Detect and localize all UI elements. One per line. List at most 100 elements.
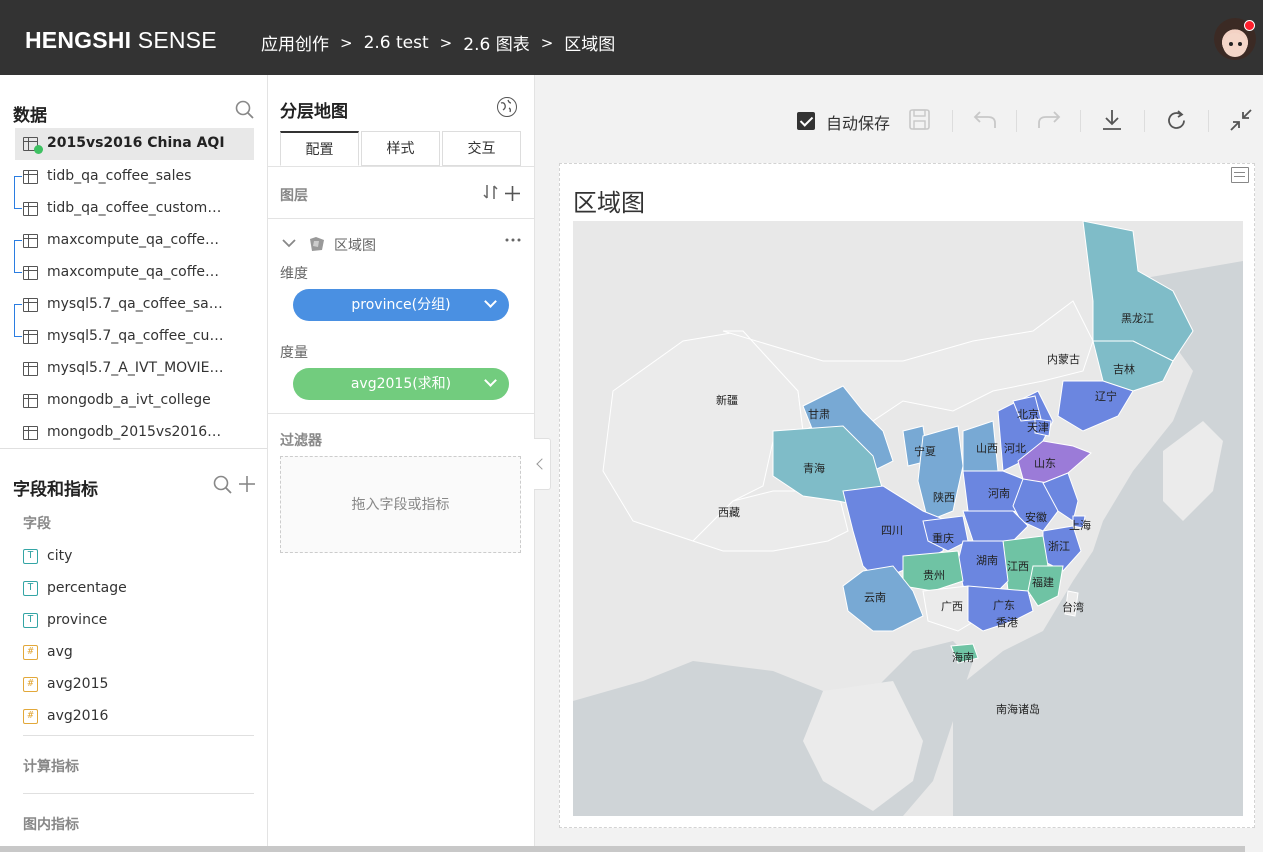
label-beijing: 北京	[1017, 407, 1039, 421]
download-icon[interactable]	[1102, 109, 1122, 131]
undo-icon[interactable]	[973, 110, 997, 130]
text-type-icon: T	[23, 549, 38, 564]
dataset-item[interactable]: mysql5.7_A_IVT_MOVIE (...	[0, 353, 268, 385]
autosave-checkbox[interactable]	[797, 112, 815, 130]
data-section-title: 数据	[13, 106, 47, 126]
inchart-metrics-heading[interactable]: 图内指标	[23, 814, 79, 834]
search-icon[interactable]	[235, 100, 255, 120]
label-hainan: 海南	[952, 650, 974, 664]
label-chongqing: 重庆	[932, 531, 954, 545]
number-type-icon: #	[23, 677, 38, 692]
dataset-item[interactable]: maxcompute_qa_coffee_...	[0, 257, 268, 289]
label-tianjin: 天津	[1027, 421, 1049, 434]
more-icon[interactable]	[505, 238, 521, 242]
field-label: avg2015	[47, 676, 109, 692]
layer-name[interactable]: 区域图	[334, 235, 376, 255]
sort-icon[interactable]	[483, 183, 499, 201]
dataset-link-line	[14, 304, 22, 337]
label-hebei: 河北	[1004, 442, 1026, 455]
field-label: avg2016	[47, 708, 109, 724]
dataset-link-line	[14, 240, 22, 273]
chevron-down-icon[interactable]	[282, 238, 296, 248]
breadcrumb-separator: >	[439, 33, 453, 52]
globe-icon-shape	[500, 99, 512, 113]
add-layer-icon[interactable]	[505, 186, 520, 201]
globe-icon[interactable]	[497, 97, 517, 117]
horizontal-scrollbar[interactable]	[0, 846, 1245, 852]
left-panel: 数据 2015vs2016 China AQI tidb_qa_coffee_s…	[0, 75, 268, 852]
breadcrumb-item[interactable]: 2.6 test	[364, 33, 429, 53]
search-icon[interactable]	[213, 475, 233, 495]
dataset-item[interactable]: mongodb_a_ivt_college	[0, 385, 268, 417]
number-type-icon: #	[23, 645, 38, 660]
breadcrumb-item[interactable]: 2.6 图表	[463, 30, 529, 55]
divider	[268, 413, 534, 414]
filter-dropzone[interactable]: 拖入字段或指标	[280, 456, 521, 553]
table-icon	[23, 394, 38, 408]
dataset-label: mysql5.7_qa_coffee_sales	[47, 296, 225, 312]
text-type-icon: T	[23, 581, 38, 596]
dataset-label: maxcompute_qa_coffee_...	[47, 264, 225, 280]
plus-icon[interactable]	[238, 475, 256, 493]
region-layer-icon	[310, 237, 324, 251]
label-shaanxi: 陕西	[933, 490, 955, 504]
field-label: avg	[47, 644, 73, 660]
chevron-down-icon[interactable]	[484, 374, 497, 387]
dataset-item[interactable]: mongodb_2015vs2016_...	[0, 417, 268, 449]
label-guangdong: 广东	[993, 599, 1015, 612]
label-shandong: 山东	[1034, 457, 1056, 470]
dataset-item[interactable]: tidb_qa_coffee_custome...	[0, 193, 268, 225]
dataset-item[interactable]: maxcompute_qa_coffee_...	[0, 225, 268, 257]
breadcrumb: 应用创作 > 2.6 test > 2.6 图表 > 区域图	[261, 30, 615, 56]
table-icon	[23, 298, 38, 312]
toolbar-separator	[1144, 110, 1145, 132]
label-xizang: 西藏	[718, 506, 740, 519]
save-icon[interactable]	[909, 109, 930, 130]
avatar-eye	[1229, 42, 1233, 46]
collapse-icon[interactable]	[1230, 109, 1252, 131]
field-label: province	[47, 612, 108, 628]
section-divider	[23, 793, 254, 794]
chart-title[interactable]: 区域图	[573, 183, 645, 218]
label-qinghai: 青海	[803, 461, 825, 475]
table-icon	[23, 266, 38, 280]
dimension-pill[interactable]: province(分组)	[293, 289, 509, 321]
fields-section-title: 字段和指标	[13, 480, 98, 500]
dataset-label: 2015vs2016 China AQI	[47, 135, 225, 151]
chart-menu-icon[interactable]	[1231, 167, 1249, 183]
toolbar-separator	[1016, 110, 1017, 132]
dataset-item[interactable]: mysql5.7_qa_coffee_cust...	[0, 321, 268, 353]
refresh-icon[interactable]	[1166, 110, 1187, 131]
text-type-icon: T	[23, 613, 38, 628]
calc-metrics-heading[interactable]: 计算指标	[23, 756, 79, 776]
region-map[interactable]: 黑龙江 吉林 辽宁 内蒙古 新疆 甘肃 青海 西藏 宁夏 北京 天津 河北 山西…	[573, 221, 1243, 816]
dimension-label: 维度	[280, 266, 308, 282]
label-liaoning: 辽宁	[1095, 389, 1117, 403]
redo-icon[interactable]	[1037, 110, 1061, 130]
measure-pill[interactable]: avg2015(求和)	[293, 368, 509, 400]
app-logo[interactable]: HENGSHI SENSE	[25, 27, 217, 54]
collapse-panel-handle[interactable]	[534, 438, 551, 490]
status-ok-icon	[34, 145, 43, 154]
label-xianggang: 香港	[996, 616, 1018, 629]
divider	[268, 166, 534, 167]
chart-canvas[interactable]: 区域图 黑龙江 吉林 辽宁 内蒙古 新疆 甘肃 青海 西藏 宁夏 北京 天津 河…	[559, 163, 1255, 828]
breadcrumb-item[interactable]: 应用创作	[261, 30, 329, 55]
notification-dot	[1244, 20, 1255, 31]
tab-interaction[interactable]: 交互	[442, 131, 521, 166]
chevron-down-icon[interactable]	[484, 295, 497, 308]
dataset-item-selected[interactable]: 2015vs2016 China AQI	[15, 128, 254, 160]
table-icon	[23, 426, 38, 440]
dataset-item[interactable]: mysql5.7_qa_coffee_sales	[0, 289, 268, 321]
label-henan: 河南	[988, 487, 1010, 500]
label-yunnan: 云南	[864, 591, 886, 604]
label-zhejiang: 浙江	[1048, 540, 1070, 553]
dataset-link-line	[14, 176, 22, 209]
user-avatar[interactable]	[1214, 18, 1256, 60]
autosave-label: 自动保存	[826, 114, 891, 133]
config-tabs: 配置 样式 交互	[280, 131, 521, 166]
tab-style[interactable]: 样式	[361, 131, 440, 166]
dataset-item[interactable]: tidb_qa_coffee_sales	[0, 161, 268, 193]
dataset-label: maxcompute_qa_coffee_...	[47, 232, 225, 248]
tab-config[interactable]: 配置	[280, 131, 359, 166]
